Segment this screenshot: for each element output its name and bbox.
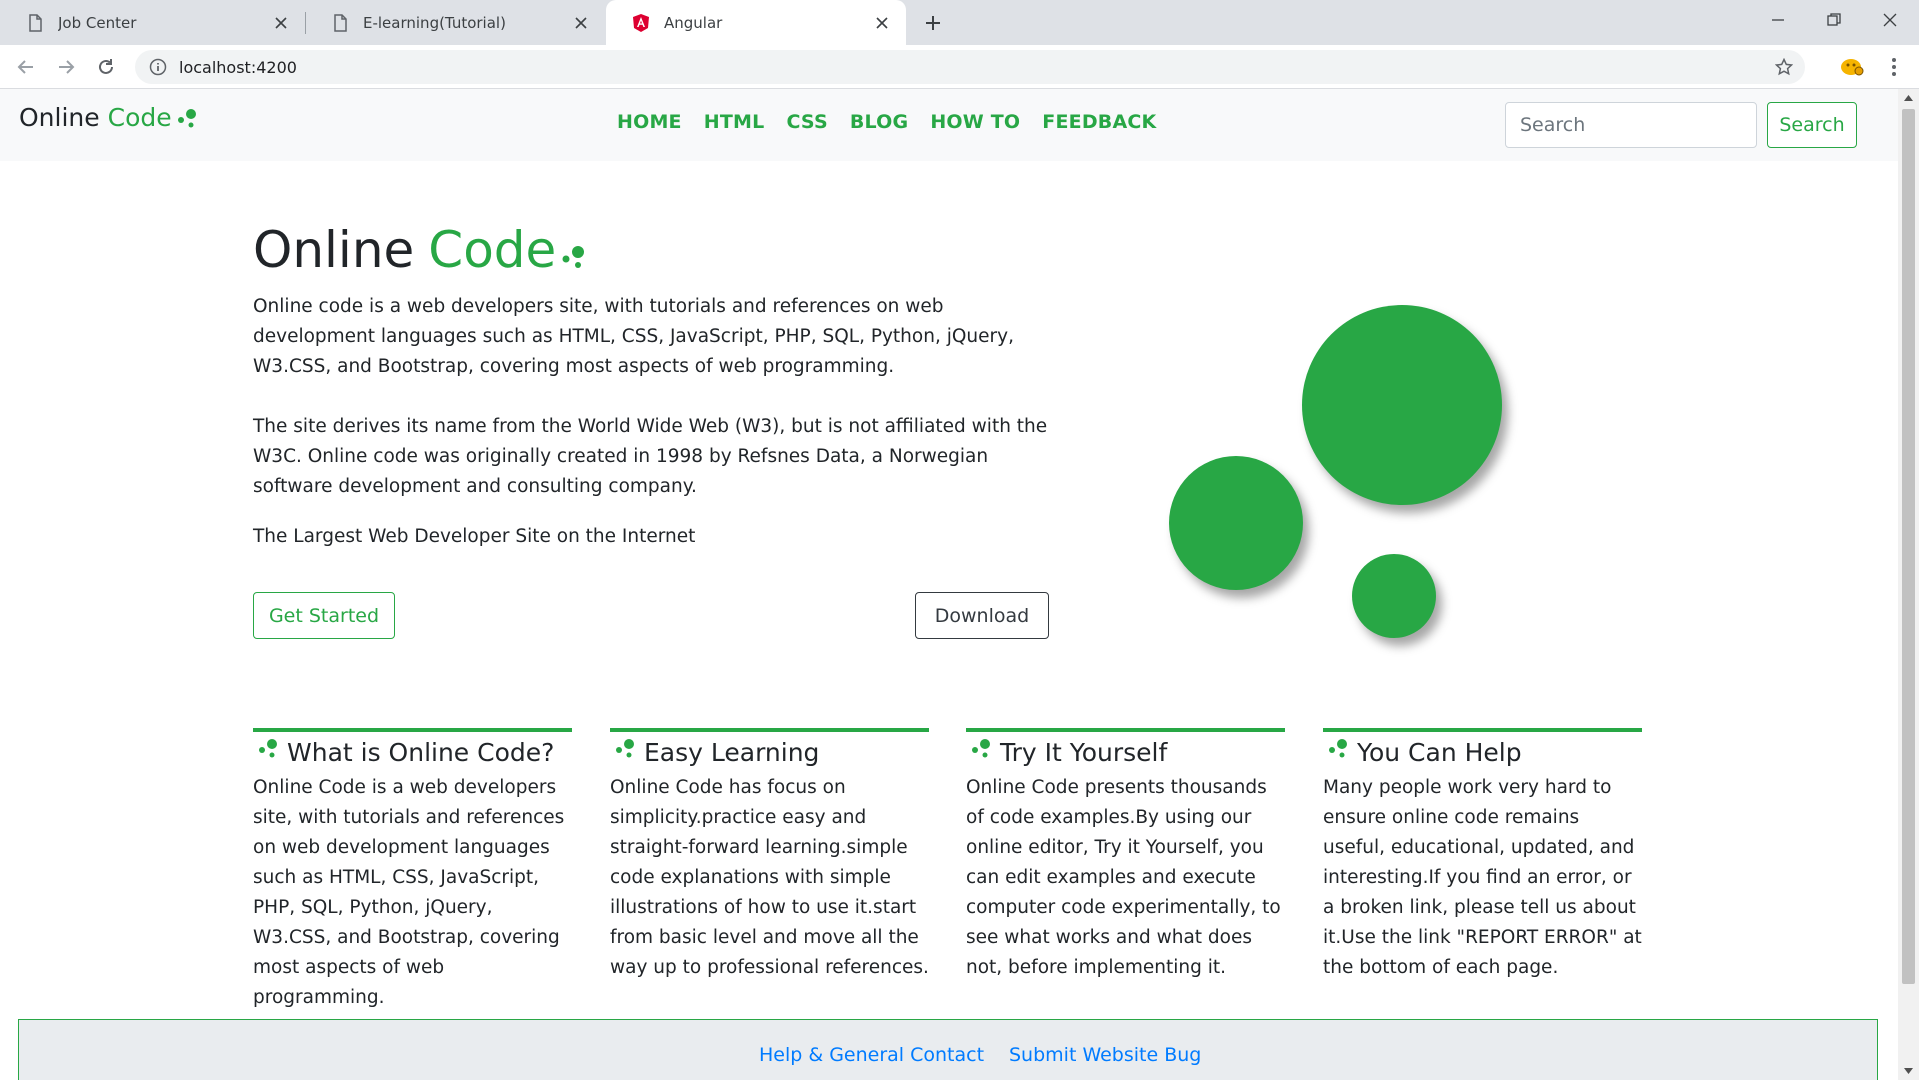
restore-icon [1827,13,1841,26]
extension-icon[interactable] [1838,53,1866,81]
hero-title-plain: Online [253,221,415,279]
get-started-button[interactable]: Get Started [253,592,395,639]
browser-toolbar: localhost:4200 [0,45,1919,89]
feature-card: What is Online Code? Online Code is a we… [253,728,572,1013]
browser-tab-job-center[interactable]: Job Center [0,0,305,45]
close-icon [1883,13,1897,27]
browser-tab-bar: Job Center E-learning(Tutorial) Angular [0,0,1919,45]
brand-logo[interactable]: Online Code [19,103,198,134]
feature-card: Try It Yourself Online Code presents tho… [966,728,1285,983]
new-tab-button[interactable] [918,8,948,38]
close-icon[interactable] [571,13,591,33]
logo-dots-icon [560,223,586,281]
hero-paragraph-2: The site derives its name from the World… [253,416,1048,497]
logo-dots-icon [257,738,279,762]
search-button[interactable]: Search [1767,102,1857,148]
page-scrollbar[interactable] [1898,89,1919,1080]
search-input[interactable] [1505,102,1757,148]
url-text: localhost:4200 [179,57,297,77]
main-nav: HOME HTML CSS BLOG HOW TO FEEDBACK [617,111,1178,133]
hero-title: Online Code [253,221,586,281]
feature-title: Try It Yourself [1000,738,1168,767]
arrow-left-icon [17,60,33,74]
tab-title: E-learning(Tutorial) [363,13,506,32]
logo-dots-icon [1327,738,1349,762]
star-icon[interactable] [1775,58,1793,76]
nav-blog[interactable]: BLOG [850,111,908,133]
hero-tagline: The Largest Web Developer Site on the In… [253,526,696,547]
page-icon [26,13,44,32]
logo-dots-icon [970,738,992,762]
hero-title-green: Code [428,221,557,279]
feature-text: Online Code presents thousands of code e… [966,777,1281,978]
logo-dots-icon [614,738,636,762]
feature-text: Many people work very hard to ensure onl… [1323,777,1642,978]
arrow-right-icon [59,60,75,74]
info-icon[interactable] [149,58,167,76]
angular-icon [632,13,650,32]
minimize-icon [1772,19,1784,21]
feature-card: You Can Help Many people work very hard … [1323,728,1642,983]
nav-home[interactable]: HOME [617,111,682,133]
tab-title: Angular [664,13,723,32]
feature-title: You Can Help [1357,738,1522,767]
hero-paragraph-1: Online code is a web developers site, wi… [253,296,1014,377]
feature-card: Easy Learning Online Code has focus on s… [610,728,929,983]
brand-text-green: Code [107,103,172,132]
site-footer: Help & General Contact Submit Website Bu… [18,1019,1878,1080]
page-icon [331,13,349,32]
submit-bug-link[interactable]: Submit Website Bug [1009,1044,1201,1066]
download-button[interactable]: Download [915,592,1049,639]
logo-dots-icon [176,105,198,134]
close-window-button[interactable] [1862,0,1918,40]
help-contact-link[interactable]: Help & General Contact [759,1044,984,1066]
forward-button[interactable] [50,51,82,83]
restore-button[interactable] [1806,0,1862,40]
reload-button[interactable] [90,51,122,83]
scroll-up-icon[interactable] [1903,93,1914,103]
nav-feedback[interactable]: FEEDBACK [1042,111,1156,133]
feature-title: Easy Learning [644,738,820,767]
minimize-button[interactable] [1750,0,1806,40]
browser-tab-elearning[interactable]: E-learning(Tutorial) [305,0,605,45]
reload-icon [99,59,113,74]
site-navbar: Online Code HOME HTML CSS BLOG HOW TO FE… [0,89,1898,161]
close-icon[interactable] [271,13,291,33]
scroll-down-icon[interactable] [1903,1066,1914,1076]
page-viewport: Online Code HOME HTML CSS BLOG HOW TO FE… [0,89,1898,1080]
tab-title: Job Center [58,13,137,32]
nav-css[interactable]: CSS [786,111,827,133]
browser-tab-angular[interactable]: Angular [606,0,906,45]
address-bar[interactable]: localhost:4200 [135,50,1805,84]
decorative-circle-medium [1169,456,1303,590]
plus-icon [926,16,940,30]
nav-html[interactable]: HTML [704,111,765,133]
close-icon[interactable] [872,13,892,33]
decorative-circle-small [1352,554,1436,638]
scrollbar-thumb[interactable] [1902,109,1915,984]
brand-text: Online [19,103,100,132]
feature-title: What is Online Code? [287,738,555,767]
feature-text: Online Code is a web developers site, wi… [253,777,565,1008]
browser-menu-icon[interactable] [1880,53,1908,81]
decorative-circle-large [1302,305,1502,505]
back-button[interactable] [10,51,42,83]
nav-how-to[interactable]: HOW TO [930,111,1020,133]
feature-text: Online Code has focus on simplicity.prac… [610,777,929,978]
